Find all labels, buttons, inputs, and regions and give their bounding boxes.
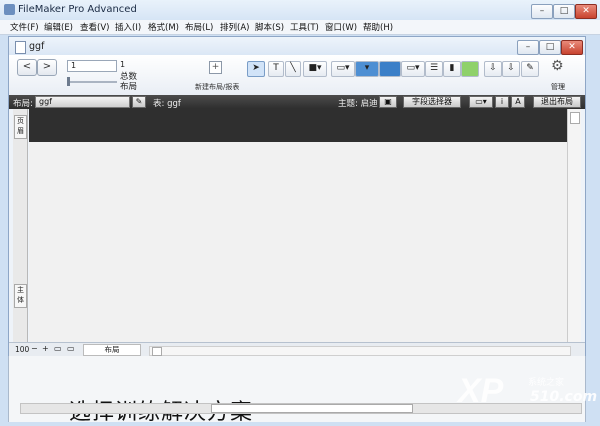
layout-select[interactable]: ggf xyxy=(35,96,130,108)
document-window: ggf – □ ✕ < > 1 1 总数 布局 + 新建布局/报表 ➤ T ╲ … xyxy=(8,36,586,357)
insert-field-icon[interactable]: ⇩ xyxy=(502,61,520,77)
field-picker-button[interactable]: 字段选择器 xyxy=(403,96,461,108)
insert-picture-icon[interactable]: ⇩ xyxy=(484,61,502,77)
manage-label[interactable]: 管理 xyxy=(551,82,565,92)
menu-insert[interactable]: 插入(I) xyxy=(115,21,141,33)
edit-layout-icon[interactable]: ✎ xyxy=(132,96,146,108)
previous-record-button[interactable]: < xyxy=(17,59,37,76)
menu-tools[interactable]: 工具(T) xyxy=(290,21,319,33)
button-tool-icon[interactable]: ▾ xyxy=(355,61,379,77)
mode-indicator[interactable]: 布局 xyxy=(83,344,141,356)
record-slider-handle[interactable] xyxy=(67,77,70,86)
tab-control-tool-icon[interactable]: ▭▾ xyxy=(401,61,425,77)
status-bar: 100 − + ▭ ▭ 布局 xyxy=(9,342,585,356)
record-number-input[interactable]: 1 xyxy=(67,60,117,72)
exit-layout-button[interactable]: 退出布局 xyxy=(533,96,581,108)
layout-bar: 布局: ggf ✎ 表: ggf 主题: 启迪 ▣ 字段选择器 ▭▾ i A 退… xyxy=(9,95,585,109)
body-part[interactable] xyxy=(29,142,567,342)
close-button[interactable]: ✕ xyxy=(575,4,597,19)
menu-format[interactable]: 格式(M) xyxy=(148,21,179,33)
toggle-status-icon[interactable]: ▭ xyxy=(54,344,62,353)
web-viewer-tool-icon[interactable] xyxy=(461,61,479,77)
theme-label: 主题: 启迪 xyxy=(338,99,378,109)
menu-file[interactable]: 文件(F) xyxy=(10,21,39,33)
layout-prefix-label: 布局: xyxy=(13,99,33,109)
app-titlebar: FileMaker Pro Advanced – □ ✕ xyxy=(0,0,600,21)
text-tool-icon[interactable]: T xyxy=(268,61,284,77)
menu-view[interactable]: 查看(V) xyxy=(80,21,109,33)
shape-tool-icon[interactable]: ■▾ xyxy=(303,61,327,77)
watermark-sub: 系统之家 xyxy=(528,378,565,388)
doc-close-button[interactable]: ✕ xyxy=(561,40,583,55)
menu-arrange[interactable]: 排列(A) xyxy=(220,21,249,33)
theme-icon[interactable]: ▣ xyxy=(379,96,397,108)
view-options-icon[interactable]: ▭▾ xyxy=(469,96,493,108)
watermark-logo: XP xyxy=(458,372,504,410)
document-icon xyxy=(15,41,26,54)
zoom-out-icon[interactable]: − xyxy=(31,344,38,353)
watermark-num: 510.com xyxy=(530,389,598,405)
pointer-tool-icon[interactable]: ➤ xyxy=(247,61,265,77)
field-tool-icon[interactable]: ▭▾ xyxy=(331,61,355,77)
part-tab-body[interactable]: 主体 xyxy=(14,284,27,308)
new-layout-icon[interactable]: + xyxy=(209,61,222,74)
maximize-button[interactable]: □ xyxy=(553,4,575,19)
header-part[interactable] xyxy=(29,109,567,142)
doc-minimize-button[interactable]: – xyxy=(517,40,539,55)
doc-maximize-button[interactable]: □ xyxy=(539,40,561,55)
menu-layout[interactable]: 布局(L) xyxy=(185,21,213,33)
minimize-button[interactable]: – xyxy=(531,4,553,19)
portal-tool-icon[interactable]: ☰ xyxy=(425,61,443,77)
gear-icon[interactable]: ⚙ xyxy=(551,58,564,74)
menu-scripts[interactable]: 脚本(S) xyxy=(255,21,284,33)
record-count: 1 xyxy=(120,60,126,69)
horizontal-scrollbar[interactable] xyxy=(149,346,571,356)
horizontal-scroll-thumb[interactable] xyxy=(152,347,162,356)
vertical-scrollbar[interactable] xyxy=(567,109,581,342)
filemaker-logo-icon xyxy=(4,4,15,15)
info-icon[interactable]: i xyxy=(495,96,509,108)
menu-edit[interactable]: 编辑(E) xyxy=(44,21,73,33)
new-layout-label[interactable]: 新建布局/报表 xyxy=(195,82,239,92)
chart-tool-icon[interactable]: ▮ xyxy=(443,61,461,77)
document-titlebar: ggf – □ ✕ xyxy=(9,37,585,55)
format-painter-icon[interactable]: ✎ xyxy=(521,61,539,77)
record-slider-track[interactable] xyxy=(67,81,117,83)
document-title: ggf xyxy=(29,41,45,52)
toggle-toolbar-icon[interactable]: ▭ xyxy=(67,344,75,353)
button-bar-tool-icon[interactable] xyxy=(379,61,401,77)
next-record-button[interactable]: > xyxy=(37,59,57,76)
toolbar: < > 1 1 总数 布局 + 新建布局/报表 ➤ T ╲ ■▾ ▭▾ ▾ ▭▾… xyxy=(9,55,585,96)
zoom-level[interactable]: 100 xyxy=(15,345,29,354)
layout-count-label: 布局 xyxy=(120,82,138,92)
menubar: 文件(F) 编辑(E) 查看(V) 插入(I) 格式(M) 布局(L) 排列(A… xyxy=(0,20,600,35)
menu-help[interactable]: 帮助(H) xyxy=(363,21,393,33)
zoom-in-icon[interactable]: + xyxy=(42,344,49,353)
font-size-icon[interactable]: A xyxy=(511,96,525,108)
line-tool-icon[interactable]: ╲ xyxy=(285,61,301,77)
outer-horizontal-scroll-thumb[interactable] xyxy=(211,404,413,413)
part-tab-header[interactable]: 页眉 xyxy=(14,115,27,139)
part-labels-column: 页眉 主体 xyxy=(13,109,28,342)
table-label: 表: ggf xyxy=(153,99,181,109)
vertical-scroll-thumb[interactable] xyxy=(570,112,580,124)
menu-window[interactable]: 窗口(W) xyxy=(325,21,357,33)
app-title: FileMaker Pro Advanced xyxy=(18,4,137,15)
